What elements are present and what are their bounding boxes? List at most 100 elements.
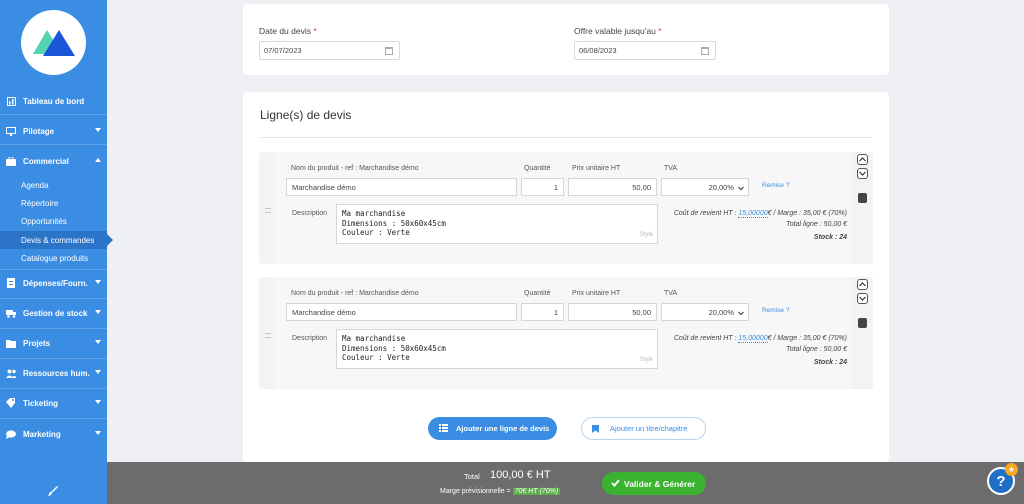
validate-generate-button[interactable]: Valider & Générer [602,472,706,495]
add-title-label: Ajouter un titre/chapitre [610,424,688,433]
total-label: Total [464,472,480,481]
chevron-down-icon [738,184,744,193]
cost-margin-text: Coût de revient HT : 15,00000€ / Marge :… [673,335,847,343]
truck-icon [6,308,16,318]
move-up-button[interactable] [857,279,868,290]
ticket-icon [6,398,16,408]
price-header: Prix unitaire HT [572,290,621,297]
drag-handle-icon[interactable] [265,333,271,338]
description-textarea[interactable]: Ma marchandise Dimensions : 50x60x45cm C… [336,329,658,369]
total-value: 100,00 € HT [490,469,551,481]
vat-value: 20,00% [708,307,734,317]
briefcase-icon [6,156,16,166]
sidebar-item-rh[interactable]: Ressources hum. [0,360,107,386]
bookmark-icon [592,425,599,435]
chevron-down-icon [95,431,101,435]
app-logo[interactable] [21,10,86,75]
monitor-icon [6,126,16,136]
sidebar-item-stock[interactable]: Gestion de stock [0,300,107,326]
sidebar-sub-opportunites[interactable]: Opportunités [0,212,107,230]
vat-select[interactable]: 20,00% [661,303,749,321]
product-input[interactable]: Marchandise démo [286,303,517,321]
calendar-icon[interactable] [701,47,709,55]
qty-header: Quantité [524,290,551,297]
description-line: Ma marchandise [342,334,406,343]
chevron-down-icon [95,280,101,284]
sidebar-item-depenses[interactable]: Dépenses/Fourn. [0,270,107,296]
drag-handle-icon[interactable] [265,208,271,213]
sidebar-item-label: Tableau de bord [23,96,85,106]
move-up-button[interactable] [857,154,868,165]
total-line-text: Total ligne : 50,00 € [786,221,847,228]
sidebar-sub-devis[interactable]: Devis & commandes [0,231,113,249]
cost-link[interactable]: 15,00000 [738,335,768,343]
description-textarea[interactable]: Ma marchandise Dimensions : 50x60x45cm C… [336,204,658,244]
move-down-button[interactable] [857,293,868,304]
sidebar-item-dashboard[interactable]: Tableau de bord [0,88,107,114]
trash-icon[interactable] [858,318,867,328]
section-title: Ligne(s) de devis [260,108,352,122]
sidebar-item-pilotage[interactable]: Pilotage [0,118,107,144]
date-input[interactable]: 07/07/2023 [259,41,400,60]
remise-link[interactable]: Remise ? [762,182,789,189]
remise-link[interactable]: Remise ? [762,307,789,314]
date-value: 07/07/2023 [264,46,302,55]
style-label[interactable]: Style [640,231,653,241]
add-title-button[interactable]: Ajouter un titre/chapitre [581,417,706,440]
sidebar-item-label: Commercial [23,156,69,166]
vat-header: TVA [664,165,678,172]
chevron-up-icon [95,158,101,162]
vat-select[interactable]: 20,00% [661,178,749,196]
folder-icon [6,338,16,348]
dashboard-icon [6,96,16,106]
price-input[interactable]: 50,00 [568,303,657,321]
list-icon [439,424,448,434]
stock-text: Stock : 24 [813,234,847,241]
users-icon [6,368,16,378]
stock-text: Stock : 24 [813,359,847,366]
product-header: Nom du produit - ref : Marchandise démo [291,290,419,297]
sidebar-item-ticketing[interactable]: Ticketing [0,390,107,416]
qty-input[interactable]: 1 [521,303,564,321]
margin-text: Marge prévisionnelle = 70€ HT (70%) [440,488,561,495]
sidebar-item-label: Gestion de stock [23,308,88,318]
total-line-text: Total ligne : 50,00 € [786,346,847,353]
price-input[interactable]: 50,00 [568,178,657,196]
date-label: Date du devis * [259,26,317,36]
chevron-down-icon [95,400,101,404]
description-line: Dimensions : 50x60x45cm [342,343,446,353]
qty-header: Quantité [524,165,551,172]
sidebar-item-projets[interactable]: Projets [0,330,107,356]
footer-bar: Total 100,00 € HT Marge prévisionnelle =… [107,462,1024,504]
cost-margin-text: Coût de revient HT : 15,00000€ / Marge :… [673,210,847,218]
sidebar-item-commercial[interactable]: Commercial [0,148,107,174]
add-line-button[interactable]: Ajouter une ligne de devis [428,417,557,440]
chevron-down-icon [95,128,101,132]
sidebar-item-label: Ticketing [23,398,58,408]
sidebar-sub-agenda[interactable]: Agenda [0,176,107,194]
chat-icon [6,429,16,439]
cost-link[interactable]: 15,00000 [738,210,768,218]
valid-until-value: 06/08/2023 [579,46,617,55]
trash-icon[interactable] [858,193,867,203]
qty-input[interactable]: 1 [521,178,564,196]
sidebar-item-marketing[interactable]: Marketing [0,421,107,447]
valid-until-label: Offre valable jusqu'au * [574,26,662,36]
add-line-label: Ajouter une ligne de devis [456,424,550,433]
product-input[interactable]: Marchandise démo [286,178,517,196]
calendar-icon[interactable] [385,47,393,55]
star-badge-icon: ★ [1005,463,1018,476]
vat-value: 20,00% [708,182,734,192]
brush-icon[interactable] [48,486,58,496]
sidebar-sub-repertoire[interactable]: Répertoire [0,194,107,212]
product-header: Nom du produit - ref : Marchandise démo [291,165,419,172]
valid-until-input[interactable]: 06/08/2023 [574,41,716,60]
quote-line: Nom du produit - ref : Marchandise démo … [259,152,873,264]
move-down-button[interactable] [857,168,868,179]
dates-card: Date du devis * 07/07/2023 Offre valable… [243,4,889,75]
price-header: Prix unitaire HT [572,165,621,172]
description-line: Couleur : Verte [342,353,410,362]
style-label[interactable]: Style [640,356,653,366]
sidebar-sub-catalogue[interactable]: Catalogue produits [0,249,107,267]
vat-header: TVA [664,290,678,297]
